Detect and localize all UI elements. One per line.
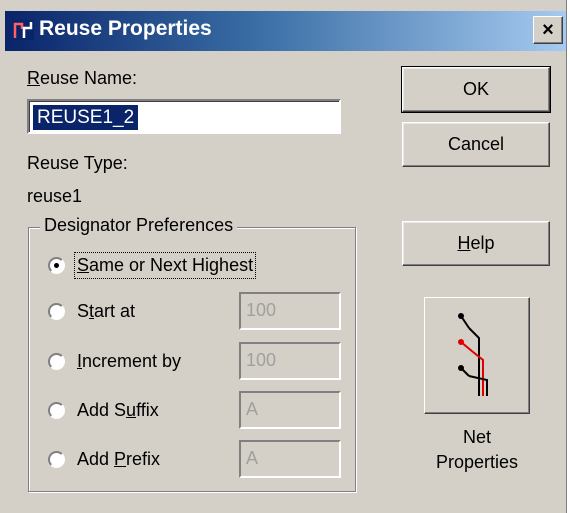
radio-label: Start at: [77, 300, 136, 321]
net-properties-icon: [458, 313, 488, 396]
help-button[interactable]: Help: [402, 221, 550, 266]
radio-same-or-next-highest[interactable]: Same or Next Highest: [48, 251, 257, 279]
radio-button[interactable]: [48, 352, 65, 370]
reuse-type-value: reuse1: [27, 186, 83, 206]
reuse-properties-dialog: Reuse Properties × Reuse Name: REUSE1_2 …: [0, 0, 567, 513]
close-icon: ×: [542, 19, 554, 41]
title-bar[interactable]: Reuse Properties ×: [5, 11, 566, 51]
net-properties-button[interactable]: [424, 297, 530, 414]
add-suffix-field[interactable]: A: [239, 391, 341, 429]
radio-button[interactable]: [48, 401, 65, 419]
reuse-name-label: Reuse Name:: [27, 68, 138, 88]
reuse-name-input[interactable]: REUSE1_2: [27, 99, 341, 134]
start-at-field[interactable]: 100: [239, 292, 341, 330]
radio-start-at[interactable]: Start at: [48, 299, 135, 323]
close-button[interactable]: ×: [533, 16, 563, 44]
net-properties-label-line1: Net: [462, 427, 491, 447]
radio-label: Increment by: [77, 350, 182, 371]
radio-label: Add Prefix: [77, 448, 161, 469]
radio-button[interactable]: [48, 450, 65, 468]
app-icon: [12, 20, 34, 40]
radio-increment-by[interactable]: Increment by: [48, 349, 181, 373]
reuse-name-value: REUSE1_2: [33, 105, 139, 130]
net-properties-label-line2: Properties: [435, 452, 519, 472]
radio-add-prefix[interactable]: Add Prefix: [48, 447, 160, 471]
radio-button-selected[interactable]: [48, 256, 65, 274]
radio-label: Add Suffix: [77, 399, 159, 420]
cancel-button[interactable]: Cancel: [402, 122, 550, 167]
increment-by-field[interactable]: 100: [239, 342, 341, 380]
ok-button[interactable]: OK: [401, 66, 551, 113]
reuse-type-label: Reuse Type:: [27, 153, 128, 173]
add-prefix-field[interactable]: A: [239, 440, 341, 478]
radio-add-suffix[interactable]: Add Suffix: [48, 398, 159, 422]
dialog-title: Reuse Properties: [39, 17, 212, 40]
designator-preferences-title: Designator Preferences: [40, 215, 238, 236]
radio-label: Same or Next Highest: [73, 251, 257, 279]
radio-button[interactable]: [48, 302, 65, 320]
